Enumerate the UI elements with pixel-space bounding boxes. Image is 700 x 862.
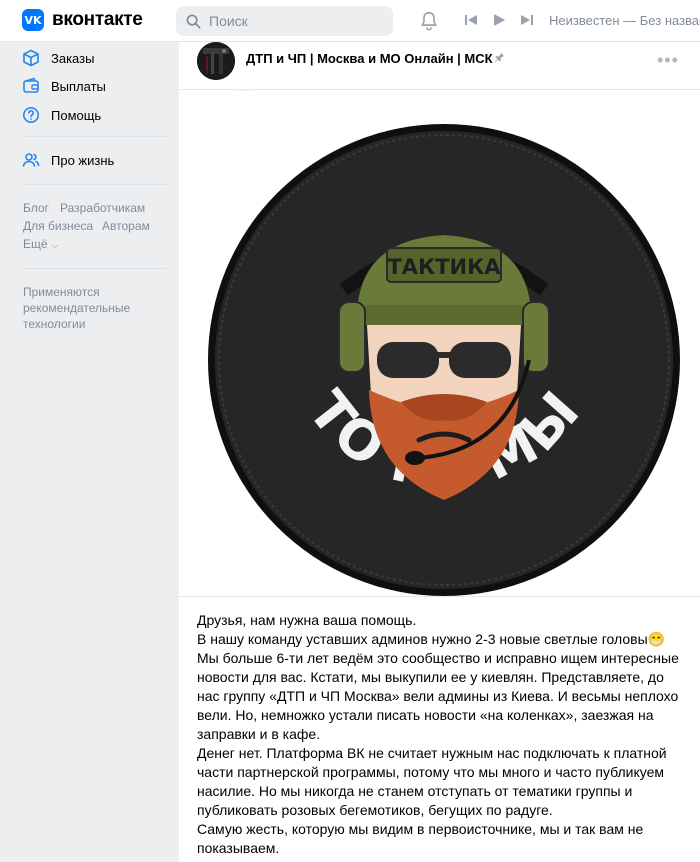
sidebar-divider	[22, 136, 167, 137]
previous-track-icon[interactable]	[464, 13, 478, 27]
sidebar-item-about-life[interactable]: Про жизнь	[22, 151, 114, 169]
play-icon[interactable]	[492, 13, 506, 27]
avatar-image	[197, 42, 235, 80]
sidebar-item-label: Заказы	[51, 50, 95, 66]
help-icon	[23, 107, 39, 123]
footer-link-authors[interactable]: Авторам	[102, 219, 150, 233]
sidebar-item-label: Помощь	[51, 107, 102, 123]
search-icon	[186, 14, 201, 28]
post-body: Друзья, нам нужна ваша помощь. В нашу ко…	[197, 611, 689, 858]
post-image[interactable]: ЕСЛИ НЕ МЫ ТО НЕ МЫ ТАКТИКА	[179, 39, 700, 597]
search-input[interactable]	[209, 13, 379, 29]
sidebar-item-label: Выплаты	[51, 78, 106, 94]
search-box[interactable]	[176, 6, 393, 36]
footer-link-blog[interactable]: Блог	[23, 201, 49, 215]
footer-link-developers[interactable]: Разработчикам	[60, 201, 145, 215]
vk-logo[interactable]: VK вконтакте	[22, 9, 143, 31]
wallet-icon	[23, 77, 39, 93]
morale-patch-image: ЕСЛИ НЕ МЫ ТО НЕ МЫ ТАКТИКА	[179, 39, 680, 596]
chevron-down-icon: ⌵	[51, 240, 59, 250]
wall-post: ДТП и ЧП | Москва и МО Онлайн | МСК ••• …	[179, 39, 700, 862]
top-header: VK вконтакте Неизвестен — Без назван	[0, 0, 700, 42]
now-playing-text[interactable]: Неизвестен — Без назван	[549, 13, 700, 28]
more-options-button[interactable]: •••	[657, 50, 679, 71]
group-avatar[interactable]	[197, 42, 235, 80]
vk-logo-text: вконтакте	[52, 9, 143, 30]
post-paragraph: В нашу команду уставших админов нужно 2-…	[197, 631, 666, 647]
sidebar-item-label: Про жизнь	[51, 152, 115, 168]
sidebar-item-payouts[interactable]: Выплаты	[22, 77, 106, 95]
sidebar-item-help[interactable]: Помощь	[22, 106, 101, 124]
vk-logo-icon: VK	[22, 9, 44, 31]
sidebar-divider	[22, 184, 167, 185]
sidebar-item-orders[interactable]: Заказы	[22, 49, 94, 67]
group-name-link[interactable]: ДТП и ЧП | Москва и МО Онлайн | МСК	[246, 51, 493, 66]
people-icon	[22, 153, 40, 167]
sidebar-divider	[22, 268, 167, 269]
footer-link-business[interactable]: Для бизнеса	[23, 219, 93, 233]
next-track-icon[interactable]	[520, 13, 534, 27]
pin-icon	[494, 52, 505, 63]
bell-icon[interactable]	[418, 10, 440, 32]
helmet-label: ТАКТИКА	[387, 255, 501, 279]
post-paragraph: Денег нет. Платформа ВК не считает нужны…	[197, 745, 667, 818]
post-paragraph: Друзья, нам нужна ваша помощь.	[197, 612, 417, 628]
footer-link-more-label: Ещё	[23, 237, 48, 251]
post-paragraph: Мы больше 6-ти лет ведём это сообщество …	[197, 650, 679, 742]
recommendation-notice[interactable]: Применяются рекомендательные технологии	[23, 284, 168, 332]
patch-top-text: ЕСЛИ НЕ МЫ	[179, 90, 610, 104]
audio-player-controls	[464, 13, 534, 27]
box-icon	[23, 49, 39, 67]
footer-link-more[interactable]: Ещё ⌵	[23, 237, 58, 251]
post-paragraph: Самую жесть, которую мы видим в первоист…	[197, 821, 644, 856]
